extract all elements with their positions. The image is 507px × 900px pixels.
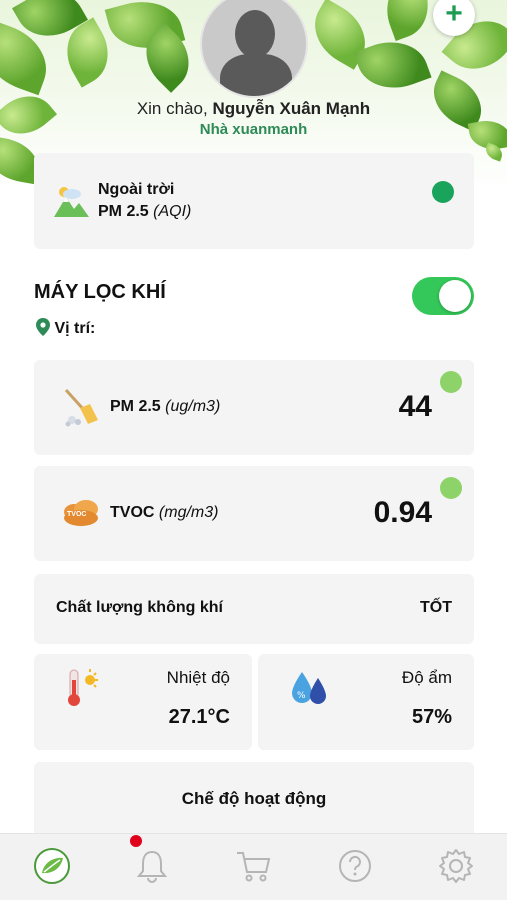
outdoor-status-dot — [432, 181, 454, 203]
mode-label: Chế độ hoạt động — [181, 789, 327, 808]
tab-home[interactable] — [32, 846, 72, 886]
greeting: Xin chào, Nguyễn Xuân Mạnh — [0, 99, 507, 119]
air-quality-label: Chất lượng không khí — [56, 599, 223, 616]
pm25-label-group: PM 2.5 (ug/m3) — [110, 398, 220, 416]
tvoc-status-dot — [440, 477, 462, 499]
outdoor-title: Ngoài trời — [98, 181, 175, 198]
location-label: Vị trí: — [54, 320, 96, 337]
avatar[interactable] — [200, 0, 308, 98]
cart-icon — [237, 852, 271, 882]
water-drops-icon: % — [288, 668, 328, 708]
temperature-value: 27.1°C — [168, 706, 230, 728]
thermometer-sun-icon — [64, 668, 100, 708]
bell-icon — [136, 850, 168, 883]
mountain-sun-icon — [52, 183, 90, 219]
notification-badge — [130, 835, 142, 847]
pm25-value: 44 — [398, 390, 432, 423]
user-name: Nguyễn Xuân Mạnh — [212, 99, 371, 118]
tab-help[interactable] — [335, 846, 375, 886]
temperature-label: Nhiệt độ — [166, 668, 230, 687]
temperature-card: Nhiệt độ 27.1°C — [34, 654, 252, 750]
humidity-card: % Độ ẩm 57% — [258, 654, 474, 750]
greeting-prefix: Xin chào, — [136, 99, 208, 118]
tab-bar — [0, 833, 507, 900]
tvoc-unit: (mg/m3) — [158, 504, 219, 521]
pm25-unit: (ug/m3) — [165, 398, 221, 415]
tvoc-icon-text: TVOC — [67, 511, 87, 518]
tvoc-value: 0.94 — [373, 496, 432, 529]
leaf-logo-icon — [34, 848, 70, 884]
power-toggle[interactable] — [412, 277, 474, 315]
device-title: MÁY LỌC KHÍ — [34, 281, 166, 303]
air-quality-card: Chất lượng không khí TỐT — [34, 574, 474, 644]
humidity-value: 57% — [411, 706, 452, 728]
tvoc-card[interactable]: TVOC TVOC (mg/m3) 0.94 — [34, 466, 474, 561]
tvoc-label-group: TVOC (mg/m3) — [110, 504, 218, 522]
outdoor-card[interactable]: Ngoài trời PM 2.5 (AQI) — [34, 153, 474, 249]
tvoc-cloud-icon: TVOC — [62, 498, 100, 528]
home-name[interactable]: Nhà xuanmanh — [0, 121, 507, 138]
outdoor-metric: PM 2.5 (AQI) — [98, 203, 191, 221]
tab-shop[interactable] — [234, 846, 274, 886]
pm25-label: PM 2.5 — [110, 398, 161, 415]
outdoor-metric-name: PM 2.5 — [98, 203, 149, 220]
tab-settings[interactable] — [436, 846, 476, 886]
gear-icon — [439, 849, 473, 883]
outdoor-metric-unit: (AQI) — [153, 203, 192, 220]
location-row: Vị trí: — [36, 318, 95, 338]
air-quality-value: TỐT — [420, 599, 452, 616]
pm25-status-dot — [440, 371, 462, 393]
location-pin-icon — [36, 318, 50, 336]
tab-notifications[interactable] — [130, 835, 172, 886]
svg-text:%: % — [297, 691, 306, 701]
broom-dust-icon — [62, 388, 102, 428]
tvoc-label: TVOC — [110, 504, 155, 521]
pm25-card[interactable]: PM 2.5 (ug/m3) 44 — [34, 360, 474, 455]
mode-card[interactable]: Chế độ hoạt động — [34, 762, 474, 842]
humidity-label: Độ ẩm — [401, 668, 452, 687]
question-icon — [339, 850, 371, 882]
